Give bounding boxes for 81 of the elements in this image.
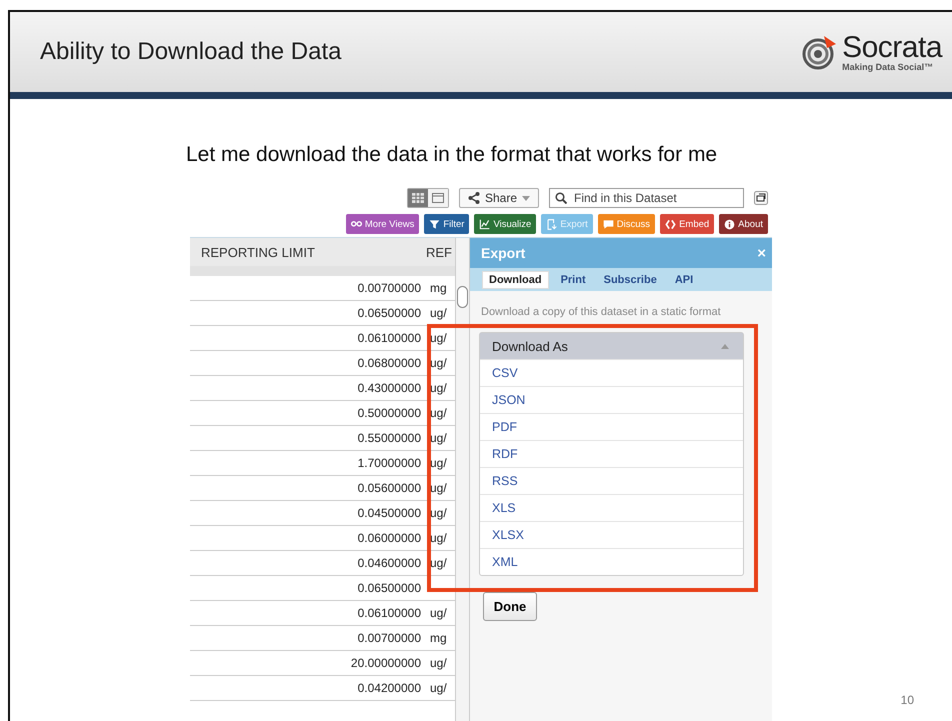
table-cell-text: mg (429, 281, 447, 295)
table-cell-text: ug/ (429, 381, 447, 395)
table-cell-text: ug/ (429, 531, 447, 545)
table-cell-text: 0.06500000 (356, 581, 422, 595)
share-icon (468, 192, 480, 204)
slide-title: Ability to Download the Data (40, 38, 342, 66)
filter-icon (429, 218, 440, 230)
format-option[interactable]: CSV (480, 359, 743, 386)
export-icon (546, 218, 558, 230)
format-option[interactable]: JSON (480, 386, 743, 413)
tab[interactable]: Subscribe (598, 272, 663, 288)
format-option[interactable]: XLS (480, 494, 743, 521)
binoculars-icon (350, 218, 362, 230)
comment-icon (602, 218, 614, 230)
logo-name: Socrata (842, 32, 942, 62)
table-cell-text: ug/ (429, 606, 447, 620)
table-cell-text: 0.05600000 (356, 481, 422, 495)
dropdown-header[interactable]: Download As (480, 333, 743, 359)
table-cell-text: ug/ (429, 331, 447, 345)
table-cell-text: 0.06100000 (356, 606, 422, 620)
table-cell-text: 0.06800000 (356, 356, 422, 370)
table-cell-text: ug/ (429, 681, 447, 695)
table-cell-text: 0.04500000 (356, 506, 422, 520)
tab[interactable]: Download (482, 270, 549, 288)
popout-icon[interactable] (754, 191, 768, 205)
format-option[interactable]: PDF (480, 413, 743, 440)
table-cell-text: 0.06100000 (356, 331, 422, 345)
scroll-thumb[interactable] (457, 286, 468, 308)
scrollbar[interactable] (455, 238, 470, 721)
table-cell-text: mg (429, 631, 447, 645)
format-option[interactable]: XLSX (480, 521, 743, 548)
column-header[interactable]: REF (426, 244, 452, 260)
page-icon (432, 193, 444, 203)
table-cell-text: ug/ (429, 481, 447, 495)
search-field[interactable]: Find in this Dataset (549, 188, 744, 208)
action-button[interactable]: Filter (424, 214, 470, 234)
panel-description: Download a copy of this dataset in a static format (481, 306, 722, 318)
action-button[interactable]: About (719, 214, 768, 234)
info-icon (724, 218, 736, 230)
tab[interactable]: API (668, 272, 700, 288)
caret-icon (522, 196, 530, 200)
table-cell-text: 0.06500000 (356, 306, 422, 320)
format-option[interactable]: RSS (480, 467, 743, 494)
slide-subtitle: Let me download the data in the format that works for me (186, 143, 718, 167)
table-cell-text: ug/ (429, 306, 447, 320)
caret-icon (721, 344, 729, 348)
page-view-button[interactable] (428, 189, 448, 207)
grid-icon (412, 193, 424, 203)
table-cell-text: 1.70000000 (356, 456, 422, 470)
table-cell-text: 0.00700000 (356, 631, 422, 645)
table-cell-text: ug/ (429, 456, 447, 470)
table-cell-text: 0.04200000 (356, 681, 422, 695)
chart-icon (479, 218, 490, 230)
tab[interactable]: Print (554, 272, 592, 288)
table-cell-text: ug/ (429, 406, 447, 420)
table-cell-text: ug/ (429, 656, 447, 670)
table-cell-text: 0.00700000 (356, 281, 422, 295)
share-button[interactable]: Share (458, 188, 539, 208)
table-cell-text: ug/ (429, 556, 447, 570)
table-cell-text: 0.55000000 (356, 431, 422, 445)
table-cell-text: ug/ (429, 356, 447, 370)
code-icon (665, 218, 676, 230)
action-button[interactable]: Embed (660, 214, 714, 234)
action-button[interactable]: Visualize (474, 214, 536, 234)
table-cell-text: 20.00000000 (350, 656, 422, 670)
panel-title: Export (481, 245, 526, 261)
format-option[interactable]: XML (480, 548, 743, 575)
table-cell-text: 0.06000000 (356, 531, 422, 545)
action-button[interactable]: More Views (346, 214, 420, 234)
grid-view-button[interactable] (408, 189, 428, 207)
table-cell-text: ug/ (429, 431, 447, 445)
logo-tagline: Making Data Social™ (842, 62, 934, 72)
table-cell-text: ug/ (429, 506, 447, 520)
column-header[interactable]: REPORTING LIMIT (190, 244, 426, 260)
page-number: 10 (900, 693, 914, 707)
table-cell-text: 0.50000000 (356, 406, 422, 420)
table-cell-text: 0.04600000 (356, 556, 422, 570)
target-icon (802, 34, 838, 70)
table-cell-text: 0.43000000 (356, 381, 422, 395)
done-button[interactable]: Done (483, 592, 537, 621)
format-option[interactable]: RDF (480, 440, 743, 467)
